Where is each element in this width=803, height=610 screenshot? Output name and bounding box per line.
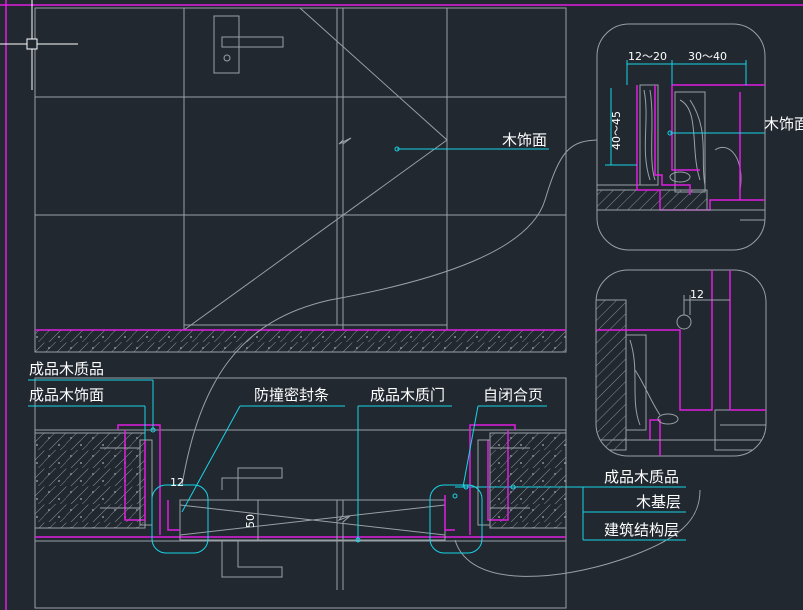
elevation-wood-facing-label: 木饰面 xyxy=(502,131,547,149)
plan-wood-facing-label: 成品木饰面 xyxy=(29,386,104,404)
detail-bottom-wood-base-label: 木基层 xyxy=(636,493,681,511)
detail-bottom-structure-label: 建筑结构层 xyxy=(604,521,679,539)
crosshair-cursor xyxy=(0,0,78,90)
cad-drawing-canvas[interactable]: 木饰面 12～20 30～40 40～45 木饰面 12 成品木质品 木基层 建… xyxy=(0,0,803,610)
floor-hatch xyxy=(34,329,567,353)
plan-finished-wood-label: 成品木质品 xyxy=(29,360,104,378)
detail-top-dim-left: 12～20 xyxy=(628,50,667,63)
plan-finished-door-label: 成品木质门 xyxy=(370,386,445,404)
plan-self-closing-hinge-label: 自闭合页 xyxy=(483,386,543,404)
detail-bottom xyxy=(595,269,767,457)
detail-top-dim-vertical: 40～45 xyxy=(610,111,623,150)
door-elevation xyxy=(34,7,567,331)
door-plan xyxy=(34,377,567,609)
drawing-svg: 木饰面 12～20 30～40 40～45 木饰面 12 成品木质品 木基层 建… xyxy=(0,0,803,610)
plan-dim-12: 12 xyxy=(170,476,184,489)
plan-seal-strip-label: 防撞密封条 xyxy=(254,386,329,404)
plan-dim-50: 50 xyxy=(244,514,257,528)
detail-top-dim-right: 30～40 xyxy=(688,50,727,63)
detail-top-wood-facing-label: 木饰面 xyxy=(764,115,803,133)
detail-bottom-dim-top: 12 xyxy=(690,288,704,301)
detail-bottom-finished-wood-label: 成品木质品 xyxy=(604,468,679,486)
